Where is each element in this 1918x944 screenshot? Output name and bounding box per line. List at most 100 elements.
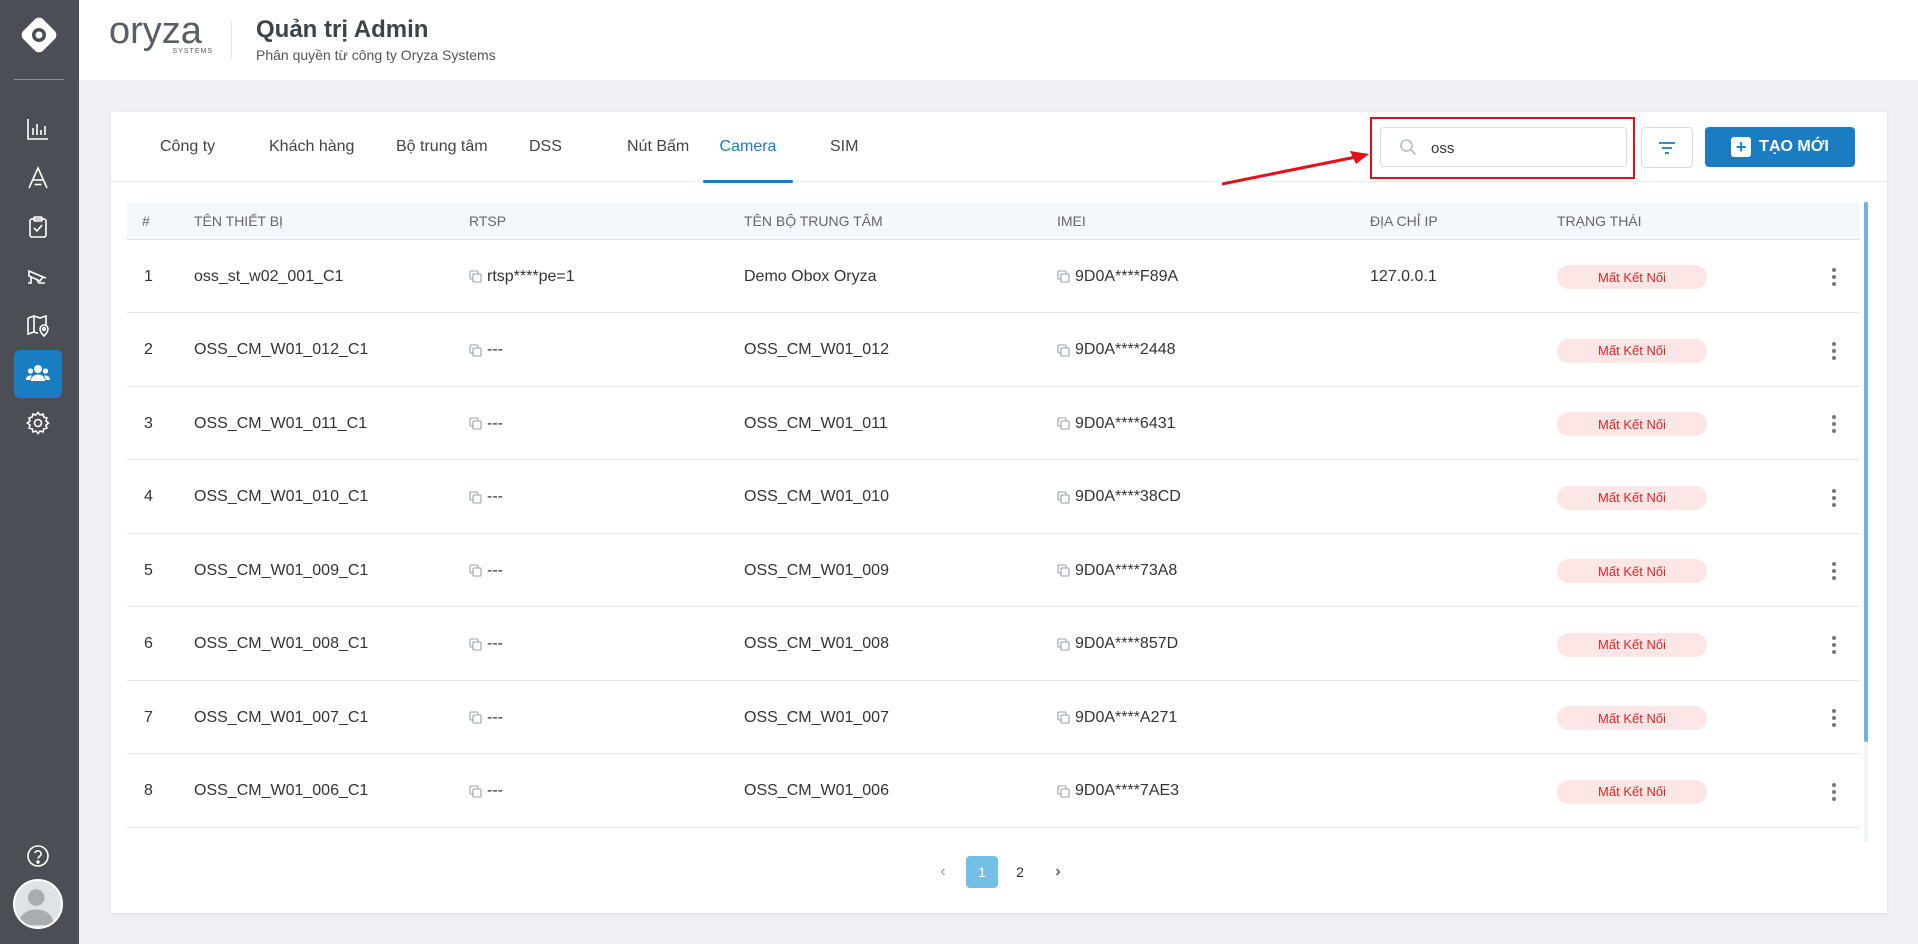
rtsp-cell: --- [469, 314, 503, 387]
status-badge: Mất Kết Nối [1557, 338, 1707, 363]
next-page-button[interactable]: › [1042, 856, 1074, 888]
sidebar-item-map[interactable] [14, 301, 62, 349]
page-1-button[interactable]: 1 [966, 856, 998, 888]
copy-icon[interactable] [469, 637, 482, 651]
more-actions-icon[interactable] [1824, 779, 1844, 805]
col-device-name: TÊN THIẾT BỊ [194, 213, 283, 229]
device-name: OSS_CM_W01_012_C1 [194, 341, 369, 358]
brand-sub: SYSTEMS [172, 48, 213, 55]
search-box[interactable] [1380, 127, 1627, 167]
rtsp-value: rtsp****pe=1 [487, 267, 575, 285]
imei-cell: 9D0A****A271 [1057, 681, 1177, 754]
brand-logo[interactable]: oryza SYSTEMS [109, 12, 219, 60]
filter-button[interactable] [1641, 127, 1693, 168]
copy-icon[interactable] [1057, 564, 1070, 577]
table-row[interactable]: 4 OSS_CM_W01_010_C1 --- OSS_CM_W01_010 9D0A*… [127, 461, 1860, 534]
copy-icon[interactable] [1057, 417, 1070, 430]
tab-khach-hang[interactable]: Khách hàng [256, 112, 367, 182]
imei-value: 9D0A****F89A [1075, 267, 1179, 285]
more-actions-icon[interactable] [1824, 338, 1844, 364]
copy-icon[interactable] [469, 564, 482, 577]
rtsp-cell: --- [469, 755, 503, 828]
gear-icon [26, 411, 50, 435]
copy-icon[interactable] [469, 270, 482, 283]
search-input[interactable] [1431, 136, 1611, 160]
header: oryza SYSTEMS Quản trị Admin Phân quyền … [79, 0, 1918, 80]
scrollbar-thumb[interactable] [1864, 202, 1868, 742]
camera-table: # TÊN THIẾT BỊ RTSP TÊN BỘ TRUNG TÂM IME… [127, 202, 1860, 842]
row-index: 5 [144, 561, 153, 579]
copy-icon[interactable] [469, 784, 482, 798]
copy-icon[interactable] [469, 490, 482, 504]
copy-icon[interactable] [1057, 270, 1070, 283]
rtsp-value: --- [487, 782, 503, 799]
row-index: 4 [144, 488, 153, 505]
more-actions-icon[interactable] [1824, 705, 1844, 731]
table-row[interactable]: 5 OSS_CM_W01_009_C1 --- OSS_CM_W01_009 9D0A*… [127, 534, 1860, 607]
table-row[interactable]: 3 OSS_CM_W01_011_C1 --- OSS_CM_W01_011 9D0A*… [127, 387, 1860, 460]
users-icon [26, 365, 50, 381]
create-new-button[interactable]: + TẠO MỚI [1705, 127, 1855, 167]
copy-icon[interactable] [1057, 711, 1070, 724]
device-name: OSS_CM_W01_011_C1 [194, 414, 368, 432]
table-row[interactable]: 7 OSS_CM_W01_007_C1 --- OSS_CM_W01_007 9D0A*… [127, 681, 1860, 754]
more-actions-icon[interactable] [1824, 632, 1844, 658]
sidebar-item-camera[interactable] [14, 252, 62, 300]
question-icon[interactable] [24, 842, 52, 870]
status-badge: Mất Kết Nối [1557, 485, 1707, 510]
table-header: # TÊN THIẾT BỊ RTSP TÊN BỘ TRUNG TÂM IME… [127, 202, 1860, 240]
sidebar-item-settings[interactable] [14, 399, 62, 447]
copy-icon[interactable] [1057, 784, 1070, 798]
more-actions-icon[interactable] [1824, 264, 1844, 290]
copy-icon[interactable] [1057, 343, 1070, 357]
tab-bo-trung-tam[interactable]: Bộ trung tâm [383, 112, 501, 182]
more-actions-icon[interactable] [1824, 558, 1844, 584]
prev-page-button[interactable]: ‹ [927, 856, 959, 888]
table-row[interactable]: 8 OSS_CM_W01_006_C1 --- OSS_CM_W01_006 9D0A*… [127, 755, 1860, 828]
tab-cong-ty[interactable]: Công ty [147, 112, 228, 182]
center-name: OSS_CM_W01_011 [744, 414, 888, 432]
table-row[interactable]: 6 OSS_CM_W01_008_C1 --- OSS_CM_W01_008 9D0A*… [127, 608, 1860, 681]
more-actions-icon[interactable] [1824, 411, 1844, 437]
center-name: OSS_CM_W01_007 [744, 708, 889, 726]
tab-nut-bam[interactable]: Nút Bấm [614, 112, 702, 182]
copy-icon[interactable] [1057, 490, 1070, 504]
sidebar-item-tasks[interactable] [14, 203, 62, 251]
row-index: 6 [144, 635, 153, 652]
more-actions-icon[interactable] [1824, 485, 1844, 511]
chart-icon [27, 119, 48, 140]
sidebar-item-dashboard[interactable] [14, 105, 62, 153]
tab-dss[interactable]: DSS [516, 112, 575, 182]
row-index: 2 [144, 341, 153, 358]
imei-value: 9D0A****A271 [1075, 708, 1178, 726]
copy-icon[interactable] [469, 343, 482, 357]
page-2-button[interactable]: 2 [1004, 856, 1036, 888]
table-row[interactable]: 2 OSS_CM_W01_012_C1 --- OSS_CM_W01_012 9D0A*… [127, 314, 1860, 387]
sidebar-item-users[interactable] [14, 350, 62, 398]
center-name: OSS_CM_W01_012 [744, 341, 889, 358]
imei-value: 9D0A****6431 [1075, 414, 1176, 432]
imei-cell: 9D0A****857D [1057, 608, 1178, 681]
content-card: Công ty Khách hàng Bộ trung tâm DSS Nút … [111, 112, 1887, 913]
rtsp-value: --- [487, 708, 503, 726]
col-imei: IMEI [1057, 213, 1086, 229]
map-pin-icon [27, 314, 49, 338]
copy-icon[interactable] [469, 711, 482, 724]
row-index: 1 [144, 267, 153, 285]
row-index: 7 [144, 708, 153, 726]
tab-bar: Công ty Khách hàng Bộ trung tâm DSS Nút … [111, 112, 1887, 183]
col-index: # [142, 213, 150, 229]
sidebar-item-a[interactable] [14, 154, 62, 202]
sidebar-divider [14, 79, 64, 80]
imei-cell: 9D0A****F89A [1057, 240, 1178, 313]
oryza-logo-icon[interactable] [18, 14, 60, 56]
imei-cell: 9D0A****7AE3 [1057, 755, 1179, 828]
copy-icon[interactable] [469, 417, 482, 430]
tab-camera[interactable]: Camera [703, 112, 793, 183]
status-badge: Mất Kết Nối [1557, 412, 1707, 436]
table-scrollbar[interactable] [1864, 202, 1868, 842]
copy-icon[interactable] [1057, 637, 1070, 651]
table-row[interactable]: 1 oss_st_w02_001_C1 rtsp****pe=1 Demo Obox … [127, 240, 1860, 313]
tab-sim[interactable]: SIM [817, 112, 871, 182]
user-avatar-icon[interactable] [13, 879, 63, 929]
